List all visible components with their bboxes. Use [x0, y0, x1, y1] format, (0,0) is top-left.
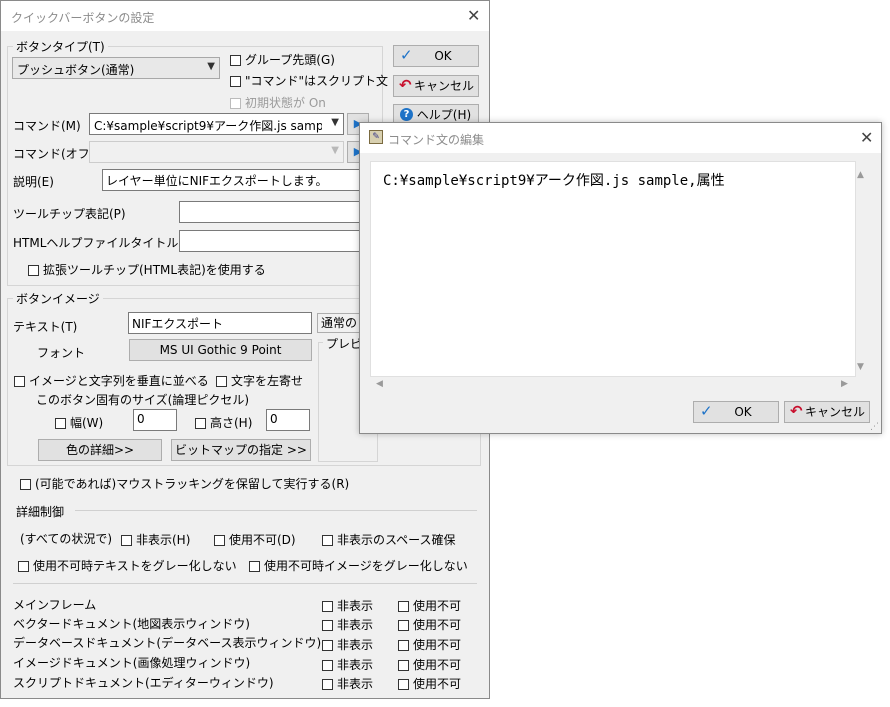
initial-on-checkbox[interactable]: 初期状態が On: [230, 94, 326, 111]
main-dialog-title: クイックバーボタンの設定: [11, 11, 155, 25]
command-edit-dialog: ✎ コマンド文の編集 ✕ C:¥sample¥script9¥アーク作図.js …: [359, 122, 882, 434]
scroll-down-icon[interactable]: ▼: [857, 362, 864, 372]
frame-label: ベクタードキュメント(地図表示ウィンドウ): [13, 617, 250, 631]
editor-ok-button[interactable]: ✓ OK: [693, 401, 779, 423]
frame-hidden-checkbox[interactable]: 非表示: [322, 597, 373, 614]
button-image-group-label: ボタンイメージ: [13, 290, 103, 307]
tooltip-label: ツールチップ表記(P): [13, 207, 126, 221]
undo-arrow-icon: ↶: [399, 76, 412, 94]
frame-disabled-checkbox[interactable]: 使用不可: [398, 675, 461, 692]
resize-grip-icon[interactable]: ⋰: [870, 422, 879, 432]
undo-arrow-icon: ↶: [790, 402, 803, 420]
no-gray-image-checkbox[interactable]: 使用不可時イメージをグレー化しない: [249, 557, 468, 574]
frame-hidden-checkbox[interactable]: 非表示: [322, 656, 373, 673]
frame-label: メインフレーム: [13, 598, 97, 612]
command-input[interactable]: C:¥sample¥script9¥アーク作図.js sample,属 ▼: [89, 113, 344, 135]
frame-disabled-checkbox[interactable]: 使用不可: [398, 656, 461, 673]
command-value: C:¥sample¥script9¥アーク作図.js sample,属: [94, 119, 322, 133]
vertical-layout-checkbox[interactable]: イメージと文字列を垂直に並べる: [14, 372, 209, 389]
check-icon: ✓: [700, 402, 713, 420]
command-text: C:¥sample¥script9¥アーク作図.js sample,属性: [383, 173, 725, 189]
height-input[interactable]: 0: [266, 409, 310, 431]
group-head-checkbox[interactable]: グループ先頭(G): [230, 51, 335, 68]
detail-control-heading: 詳細制御: [16, 505, 65, 519]
description-label: 説明(E): [13, 175, 54, 189]
command-off-input[interactable]: ▼: [89, 141, 344, 163]
command-text-editor[interactable]: C:¥sample¥script9¥アーク作図.js sample,属性 ▲ ▼: [370, 161, 864, 377]
text-input[interactable]: NIFエクスポート: [128, 312, 312, 334]
font-label: フォント: [37, 346, 86, 360]
frames-separator: [13, 583, 477, 584]
disabled-checkbox[interactable]: 使用不可(D): [214, 531, 296, 548]
no-gray-text-checkbox[interactable]: 使用不可時テキストをグレー化しない: [18, 557, 237, 574]
frame-label: スクリプトドキュメント(エディターウィンドウ): [13, 676, 274, 690]
chevron-down-icon: ▼: [207, 61, 215, 72]
html-help-title-label: HTMLヘルプファイルタイトル: [13, 236, 179, 250]
left-align-text-checkbox[interactable]: 文字を左寄せ: [216, 372, 303, 389]
frame-disabled-checkbox[interactable]: 使用不可: [398, 597, 461, 614]
font-button[interactable]: MS UI Gothic 9 Point: [129, 339, 312, 361]
command-off-label: コマンド(オフ): [13, 147, 95, 161]
button-size-label: このボタン固有のサイズ(論理ピクセル): [36, 393, 250, 407]
command-is-script-checkbox[interactable]: "コマンド"はスクリプト文: [230, 72, 388, 89]
button-type-select[interactable]: プッシュボタン(通常) ▼: [12, 57, 220, 79]
scroll-right-icon[interactable]: ▶: [841, 379, 848, 389]
bitmap-spec-button[interactable]: ビットマップの指定 >>: [171, 439, 311, 461]
frame-hidden-checkbox[interactable]: 非表示: [322, 616, 373, 633]
frame-hidden-checkbox[interactable]: 非表示: [322, 636, 373, 653]
command-label: コマンド(M): [13, 119, 81, 133]
extended-tooltip-checkbox[interactable]: 拡張ツールチップ(HTML表記)を使用する: [28, 261, 266, 278]
description-input[interactable]: レイヤー単位にNIFエクスポートします。: [102, 169, 372, 191]
editor-dialog-title: コマンド文の編集: [388, 133, 485, 147]
all-situations-label: (すべての状況で): [20, 532, 113, 546]
button-type-group-label: ボタンタイプ(T): [13, 38, 108, 55]
mouse-tracking-checkbox[interactable]: (可能であれば)マウストラッキングを保留して実行する(R): [20, 475, 349, 492]
width-input[interactable]: 0: [133, 409, 177, 431]
tooltip-input[interactable]: [179, 201, 372, 223]
ok-button[interactable]: ✓ OK: [393, 45, 479, 67]
frame-hidden-checkbox[interactable]: 非表示: [322, 675, 373, 692]
close-icon[interactable]: ✕: [860, 128, 873, 147]
close-icon[interactable]: ✕: [467, 6, 480, 25]
chevron-down-icon: ▼: [331, 117, 339, 128]
cancel-button[interactable]: ↶ キャンセル: [393, 75, 479, 97]
hidden-space-checkbox[interactable]: 非表示のスペース確保: [322, 531, 456, 548]
button-type-value: プッシュボタン(通常): [17, 63, 135, 77]
frame-disabled-checkbox[interactable]: 使用不可: [398, 616, 461, 633]
frame-label: データベースドキュメント(データベース表示ウィンドウ): [13, 636, 322, 650]
height-checkbox[interactable]: 高さ(H): [195, 414, 252, 431]
check-icon: ✓: [400, 46, 413, 64]
app-icon: ✎: [369, 130, 383, 144]
scroll-left-icon[interactable]: ◀: [376, 379, 383, 389]
editor-title-bar: ✎ コマンド文の編集 ✕: [360, 123, 881, 153]
detail-separator: [75, 510, 477, 511]
chevron-down-icon: ▼: [331, 145, 339, 156]
frame-label: イメージドキュメント(画像処理ウィンドウ): [13, 656, 251, 670]
help-icon: ?: [400, 108, 413, 121]
html-help-title-input[interactable]: [179, 230, 372, 252]
width-checkbox[interactable]: 幅(W): [55, 414, 103, 431]
editor-cancel-button[interactable]: ↶ キャンセル: [784, 401, 870, 423]
scroll-up-icon[interactable]: ▲: [857, 170, 864, 180]
hidden-checkbox[interactable]: 非表示(H): [121, 531, 190, 548]
text-label: テキスト(T): [13, 320, 78, 334]
color-details-button[interactable]: 色の詳細>>: [38, 439, 162, 461]
frame-disabled-checkbox[interactable]: 使用不可: [398, 636, 461, 653]
main-title-bar: クイックバーボタンの設定 ✕: [1, 1, 489, 31]
